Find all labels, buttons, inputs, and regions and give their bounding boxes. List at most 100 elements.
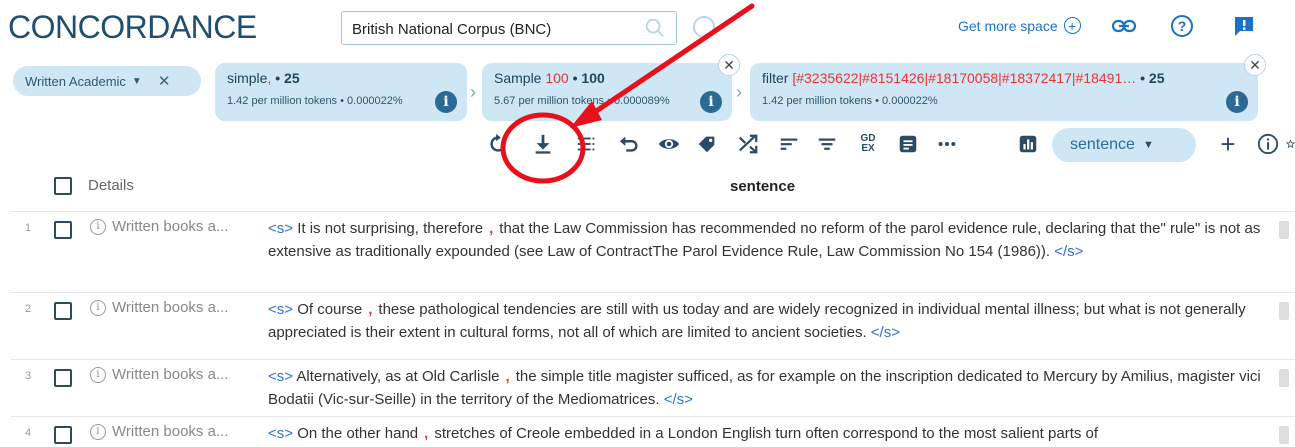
list-view-icon[interactable]: [574, 131, 600, 157]
caret-down-icon: ▼: [131, 75, 142, 87]
eye-icon[interactable]: [656, 131, 682, 157]
query-chip-simple[interactable]: simple, • 25 1.42 per million tokens • 0…: [215, 63, 467, 121]
row-checkbox[interactable]: [54, 426, 72, 444]
svg-text:?: ?: [1178, 18, 1187, 34]
chip-stats: 1.42 per million tokens • 0.000022%: [762, 95, 938, 107]
info-icon[interactable]: i: [90, 218, 106, 235]
document-icon[interactable]: [895, 131, 921, 157]
view-mode-value: sentence: [1070, 136, 1135, 153]
copy-icon[interactable]: [1279, 221, 1289, 239]
kwic[interactable]: ,: [418, 425, 434, 442]
concordance-line[interactable]: <s> Of course, these pathological tendenc…: [268, 298, 1268, 344]
info-icon[interactable]: i: [1226, 91, 1248, 113]
info-icon[interactable]: i: [90, 366, 106, 383]
left-context: It is not surprising, therefore: [297, 220, 484, 237]
link-icon[interactable]: [1111, 13, 1137, 39]
sentence-open-tag: <s>: [268, 220, 294, 237]
info-icon[interactable]: i: [435, 91, 457, 113]
column-header-sentence: sentence: [730, 178, 796, 195]
table-row: 2 i Written books a... <s> Of course, thes…: [10, 292, 1295, 349]
corpus-select[interactable]: British National Corpus (BNC): [341, 11, 677, 45]
chip-name: Sample: [494, 70, 542, 86]
info-icon[interactable]: i: [700, 91, 722, 113]
chip-stats: 1.42 per million tokens • 0.000022%: [227, 95, 403, 107]
details-label: Written books a...: [112, 218, 229, 235]
row-details[interactable]: i Written books a...: [90, 218, 228, 235]
details-label: Written books a...: [112, 423, 229, 440]
close-icon[interactable]: ✕: [718, 54, 740, 76]
copy-icon[interactable]: [1279, 302, 1289, 320]
corpus-info-icon[interactable]: [693, 16, 715, 38]
details-label: Written books a...: [112, 366, 229, 383]
sentence-close-tag: </s>: [663, 391, 693, 408]
chip-count: 25: [284, 70, 300, 86]
copy-icon[interactable]: [1279, 369, 1289, 387]
text-type-filter[interactable]: Written Academic ▼ ✕: [13, 66, 201, 96]
sentence-close-tag: </s>: [1054, 243, 1084, 260]
sort-icon[interactable]: [776, 131, 802, 157]
info-outline-icon[interactable]: [1255, 131, 1281, 157]
row-checkbox[interactable]: [54, 302, 72, 320]
chip-count: 100: [581, 70, 605, 86]
filter-icon[interactable]: [814, 131, 840, 157]
right-context: these pathological tendencies are still …: [268, 301, 1246, 341]
remove-filter-icon[interactable]: ✕: [158, 72, 171, 90]
info-icon[interactable]: i: [90, 299, 106, 316]
concordance-line[interactable]: <s> On the other hand, stretches of Creol…: [268, 422, 1268, 445]
left-context: Alternatively, as at Old Carlisle: [296, 368, 500, 385]
sentence-close-tag: </s>: [870, 324, 900, 341]
tags-icon[interactable]: [694, 131, 720, 157]
search-icon: [645, 18, 664, 37]
star-icon[interactable]: [1286, 131, 1295, 157]
table-row: 1 i Written books a... <s> It is not surp…: [10, 211, 1295, 291]
row-number: 2: [25, 303, 32, 315]
undo-icon[interactable]: [616, 131, 642, 157]
more-icon[interactable]: [934, 131, 960, 157]
column-header-details: Details: [88, 177, 134, 194]
concordance-line[interactable]: <s> It is not surprising, therefore, that…: [268, 217, 1268, 263]
download-icon[interactable]: [530, 131, 556, 157]
row-details[interactable]: i Written books a...: [90, 366, 228, 383]
row-checkbox[interactable]: [54, 221, 72, 239]
view-mode-select[interactable]: sentence ▼: [1052, 128, 1196, 162]
chip-name: simple: [227, 70, 268, 86]
close-icon[interactable]: ✕: [1244, 54, 1266, 76]
sentence-open-tag: <s>: [268, 425, 294, 442]
query-chip-filter[interactable]: filter [#3235622|#8151426|#18170058|#183…: [750, 54, 1266, 121]
info-icon[interactable]: i: [90, 423, 106, 440]
query-chip-sample[interactable]: Sample 100 • 100 5.67 per million tokens…: [482, 54, 740, 121]
help-icon[interactable]: ?: [1169, 13, 1195, 39]
chip-count: 25: [1148, 70, 1165, 86]
table-row: 3 i Written books a... <s> Alternatively,…: [10, 359, 1295, 416]
add-icon[interactable]: +: [1215, 129, 1241, 159]
chip-sample-size: 100: [545, 70, 569, 86]
chip-dot: •: [271, 70, 285, 86]
row-number: 1: [25, 222, 32, 234]
shuffle-icon[interactable]: [735, 131, 761, 157]
copy-icon[interactable]: [1279, 426, 1289, 444]
gdex-icon[interactable]: GD EX: [855, 131, 881, 157]
get-more-space-link[interactable]: Get more space +: [958, 17, 1081, 34]
concordance-line[interactable]: <s> Alternatively, as at Old Carlisle, th…: [268, 365, 1268, 411]
chip-name: filter: [762, 70, 789, 86]
reload-icon[interactable]: [485, 131, 511, 157]
row-number: 3: [25, 370, 32, 382]
caret-down-icon: ▼: [1142, 139, 1154, 151]
row-checkbox[interactable]: [54, 369, 72, 387]
row-details[interactable]: i Written books a...: [90, 423, 228, 440]
left-context: Of course: [297, 301, 363, 318]
left-context: On the other hand: [297, 425, 419, 442]
chevron-right-icon: ›: [736, 82, 742, 102]
select-all-checkbox[interactable]: [54, 177, 72, 195]
text-type-label: Written Academic: [25, 73, 126, 89]
app-title: CONCORDANCE: [8, 9, 257, 45]
row-details[interactable]: i Written books a...: [90, 299, 228, 316]
kwic[interactable]: ,: [362, 301, 378, 318]
kwic[interactable]: ,: [483, 220, 499, 237]
chart-icon[interactable]: [1015, 131, 1041, 157]
chip-filter-ids: [#3235622|#8151426|#18170058|#18372417|#…: [792, 70, 1137, 86]
feedback-icon[interactable]: [1231, 13, 1257, 39]
right-context: stretches of Creole embedded in a London…: [434, 425, 1099, 442]
corpus-value: British National Corpus (BNC): [352, 21, 552, 38]
kwic[interactable]: ,: [500, 368, 516, 385]
